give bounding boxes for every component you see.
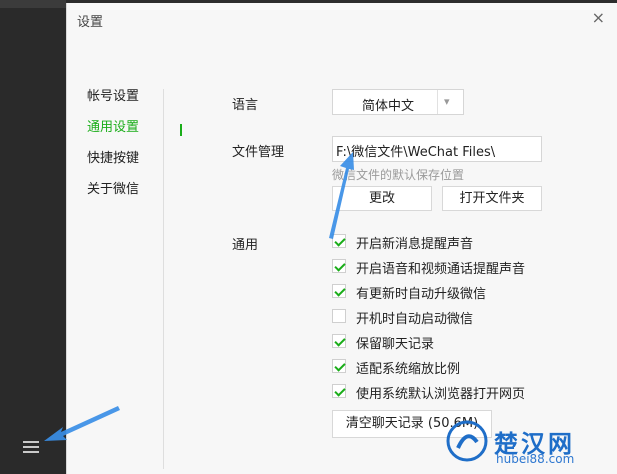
option-label: 适配系统缩放比例 (356, 362, 461, 377)
app-sidebar (0, 0, 66, 474)
option-label: 开机时自动启动微信 (356, 312, 474, 327)
nav-item-account[interactable]: 帐号设置 (87, 87, 207, 118)
watermark-sub: hubei88.com (496, 452, 575, 466)
chevron-down-icon[interactable]: ▾ (444, 95, 450, 108)
watermark-logo-icon (446, 420, 488, 462)
watermark: 楚汉网 hubei88.com (446, 420, 616, 472)
checkbox[interactable] (332, 234, 346, 248)
checkbox[interactable] (332, 359, 346, 373)
checkbox[interactable] (332, 284, 346, 298)
checkbox[interactable] (332, 259, 346, 273)
general-label: 通用 (232, 238, 259, 253)
option-label: 开启语音和视频通话提醒声音 (356, 262, 526, 277)
nav-item-general[interactable]: 通用设置 (87, 118, 207, 149)
settings-nav: 帐号设置 通用设置 快捷按键 关于微信 (87, 87, 207, 211)
open-folder-button[interactable]: 打开文件夹 (442, 186, 542, 211)
file-manage-label: 文件管理 (232, 145, 285, 160)
checkbox[interactable] (332, 384, 346, 398)
change-button[interactable]: 更改 (332, 186, 432, 211)
select-divider (437, 90, 438, 114)
option-label: 使用系统默认浏览器打开网页 (356, 387, 526, 402)
active-indicator (180, 124, 182, 136)
window-title: 设置 (77, 15, 104, 30)
language-label: 语言 (232, 98, 259, 113)
settings-window: 设置 × 帐号设置 通用设置 快捷按键 关于微信 语言 简体中文 ▾ 文件管理 … (66, 3, 617, 474)
checkbox[interactable] (332, 309, 346, 323)
language-value: 简体中文 (362, 99, 415, 114)
file-path-field[interactable]: F:\微信文件\WeChat Files\ (332, 136, 542, 162)
nav-divider (163, 89, 164, 469)
checkbox[interactable] (332, 334, 346, 348)
avatar-strip (0, 0, 66, 8)
menu-icon[interactable] (23, 441, 41, 455)
file-path-hint: 微信文件的默认保存位置 (332, 168, 465, 182)
nav-item-shortcuts[interactable]: 快捷按键 (87, 149, 207, 180)
option-label: 开启新消息提醒声音 (356, 237, 474, 252)
option-label: 有更新时自动升级微信 (356, 287, 487, 302)
close-icon[interactable]: × (592, 8, 605, 27)
language-select[interactable]: 简体中文 ▾ (332, 89, 464, 115)
option-label: 保留聊天记录 (356, 337, 435, 352)
nav-item-about[interactable]: 关于微信 (87, 180, 207, 211)
